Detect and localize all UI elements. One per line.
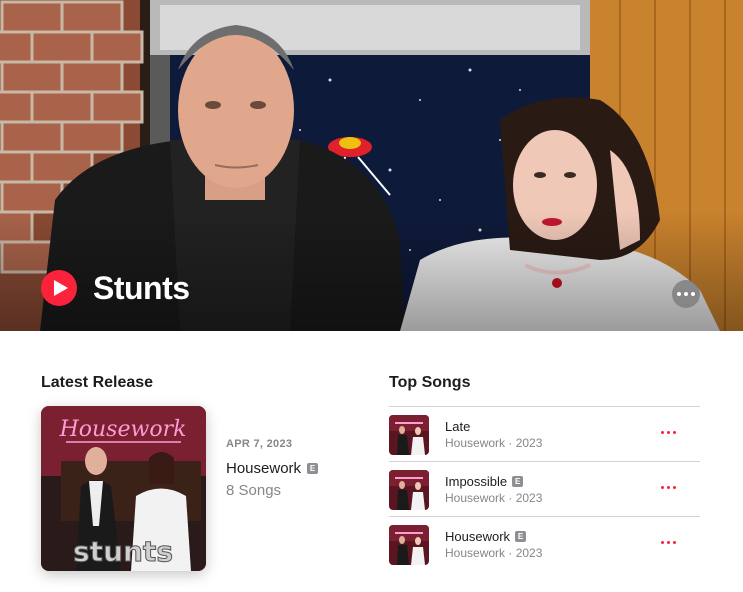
play-icon	[53, 280, 68, 296]
more-dot	[673, 486, 676, 489]
song-more-button[interactable]	[657, 427, 680, 438]
more-dot	[684, 292, 688, 296]
song-row[interactable]: Housework E Housework · 2023	[389, 516, 700, 571]
artist-more-button[interactable]	[672, 280, 700, 308]
artist-hero: Stunts	[0, 0, 743, 331]
release-date: APR 7, 2023	[226, 438, 293, 450]
song-row[interactable]: Impossible E Housework · 2023	[389, 461, 700, 516]
release-title-row: Housework E	[226, 460, 319, 477]
song-subtitle: Housework · 2023	[445, 491, 543, 505]
song-title-row: Housework E	[445, 529, 527, 544]
song-row[interactable]: Late Housework · 2023	[389, 406, 700, 461]
song-subtitle: Housework · 2023	[445, 436, 543, 450]
more-dot	[677, 292, 681, 296]
album-art-neon-text: Housework	[59, 417, 187, 442]
more-dot	[661, 541, 664, 544]
song-title: Housework	[445, 529, 511, 544]
more-dot	[691, 292, 695, 296]
more-dot	[661, 486, 664, 489]
album-art-logo: stunts	[73, 535, 173, 568]
more-dot	[667, 486, 670, 489]
release-song-count: 8 Songs	[226, 482, 282, 499]
top-songs-title: Top Songs	[389, 374, 471, 391]
artist-name: Stunts	[93, 270, 190, 306]
song-title-row: Impossible E	[445, 474, 524, 489]
song-title: Impossible	[445, 474, 508, 489]
more-dot	[673, 541, 676, 544]
explicit-badge: E	[515, 531, 527, 542]
song-title: Late	[445, 419, 471, 434]
more-dot	[667, 431, 670, 434]
explicit-badge: E	[307, 463, 319, 474]
release-title-link[interactable]: Housework	[226, 460, 301, 477]
more-dot	[667, 541, 670, 544]
song-artwork-image	[389, 415, 429, 455]
song-artwork	[389, 525, 429, 565]
latest-release-artwork[interactable]: Housework stunts	[41, 406, 206, 571]
latest-release-title: Latest Release	[41, 374, 154, 391]
song-artwork	[389, 470, 429, 510]
song-subtitle: Housework · 2023	[445, 546, 543, 560]
album-art-image: Housework stunts	[41, 406, 206, 571]
song-artwork	[389, 415, 429, 455]
song-artwork-image	[389, 525, 429, 565]
more-dot	[661, 431, 664, 434]
more-dot	[673, 431, 676, 434]
song-more-button[interactable]	[657, 537, 680, 548]
song-title-row: Late	[445, 419, 470, 434]
play-button[interactable]	[41, 270, 77, 306]
explicit-badge: E	[512, 476, 524, 487]
top-songs-list: Late Housework · 2023 Impossible E House…	[389, 406, 700, 571]
song-artwork-image	[389, 470, 429, 510]
song-more-button[interactable]	[657, 482, 680, 493]
